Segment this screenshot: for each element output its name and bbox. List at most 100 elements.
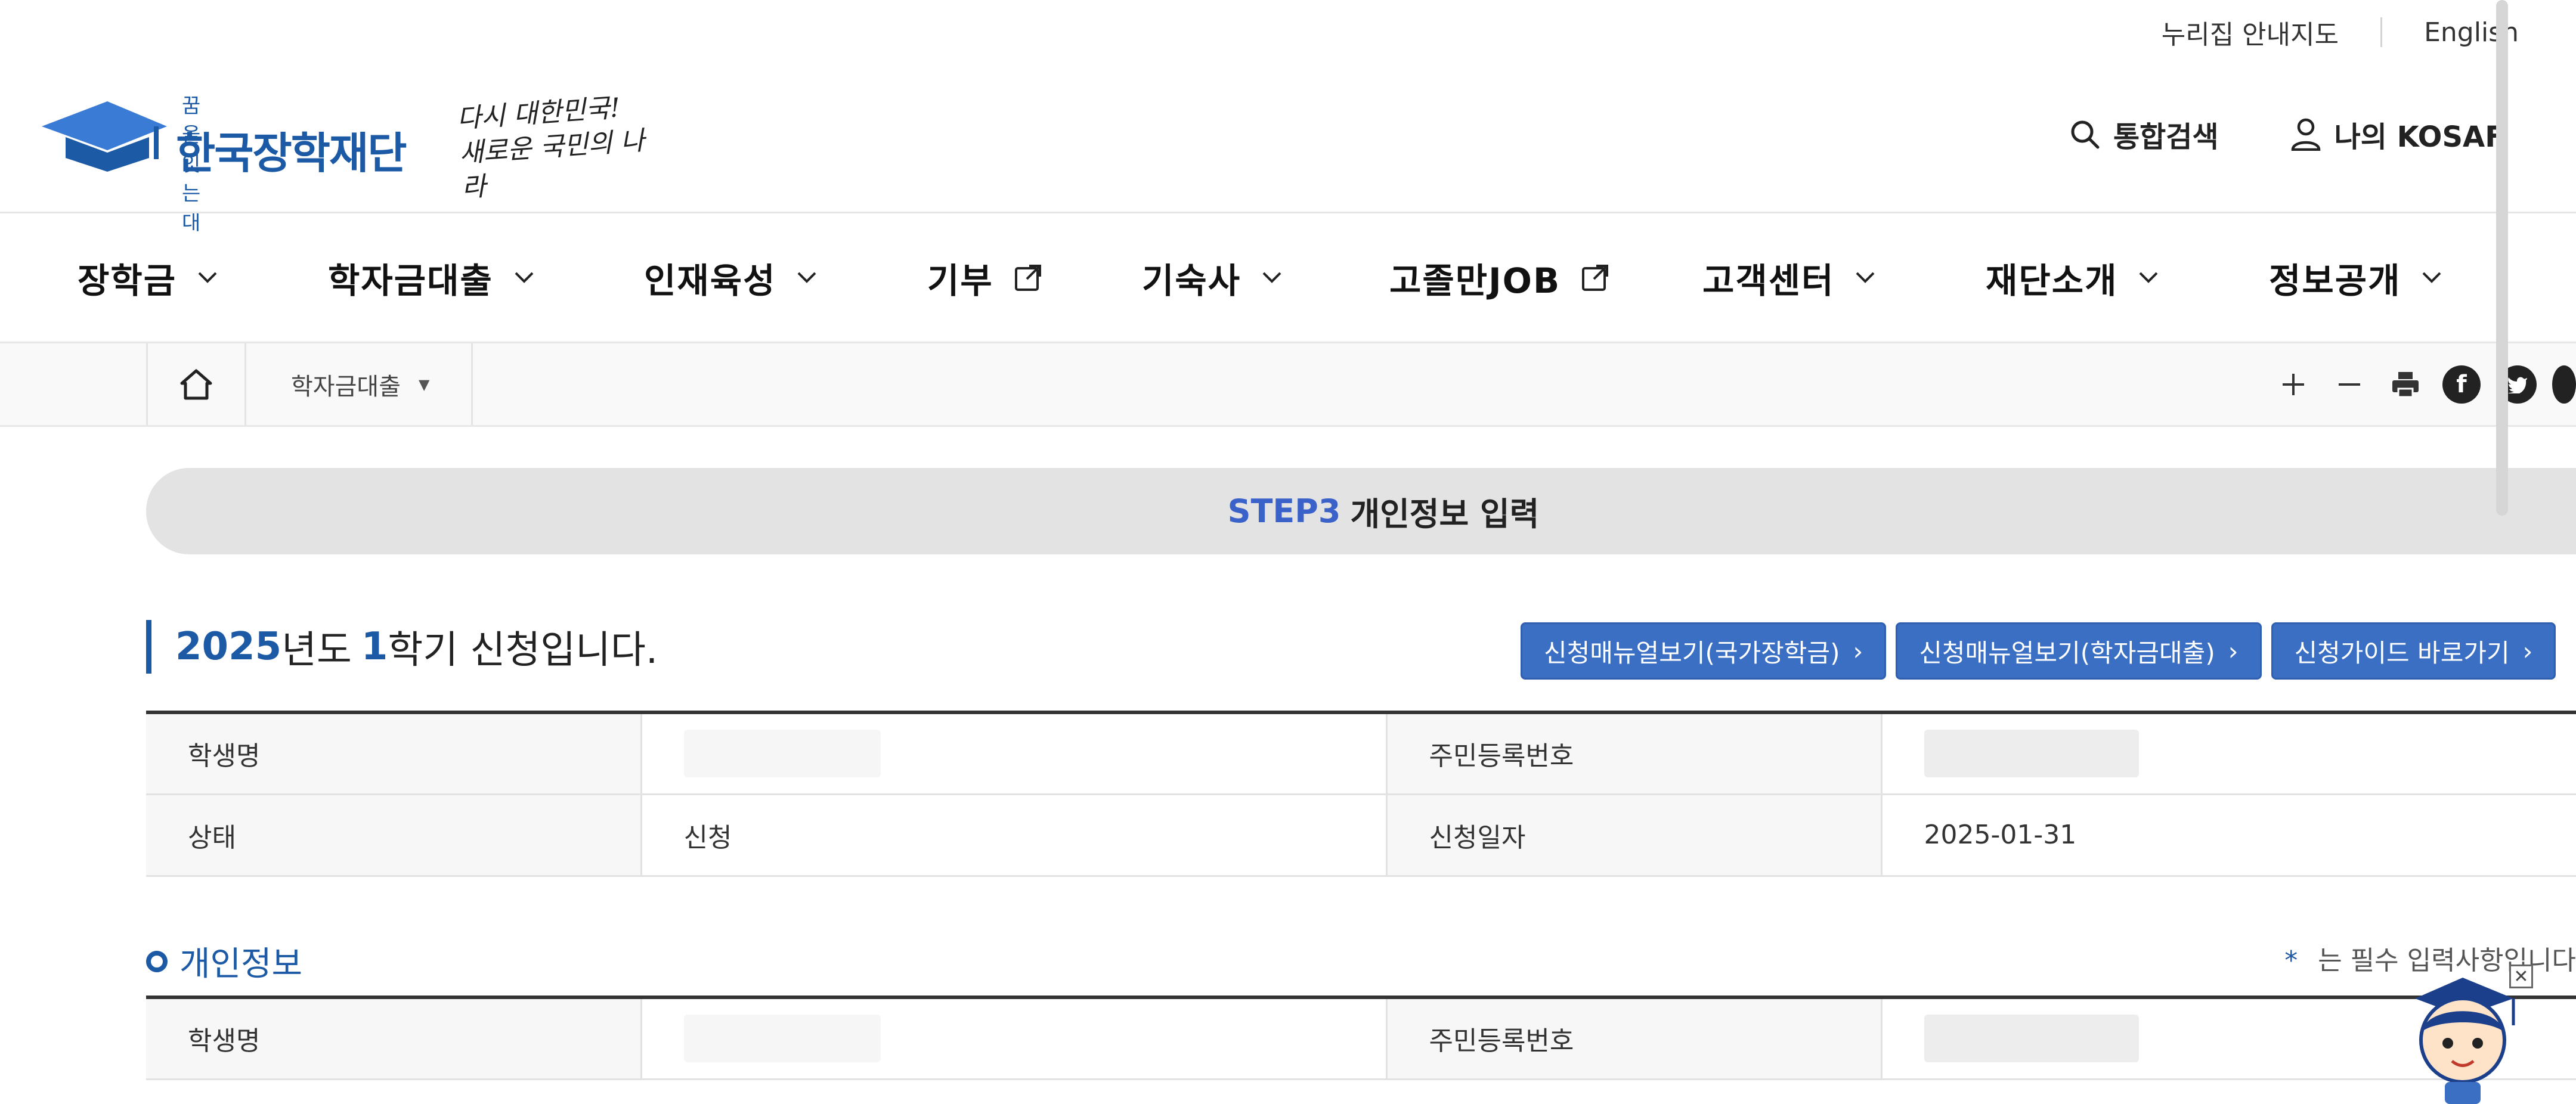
gnb-item-job[interactable]: 고졸만JOB — [1389, 213, 1609, 342]
print-icon — [2392, 371, 2419, 398]
close-icon: ✕ — [2513, 966, 2529, 987]
student-name-label: 학생명 — [146, 711, 641, 795]
chevron-down-icon — [2140, 272, 2158, 283]
student-name-value — [640, 996, 1386, 1080]
masked-value — [683, 730, 881, 778]
page-title: 2025 년도 1 학기 신청입니다. — [146, 620, 658, 674]
masked-value — [683, 1015, 881, 1063]
personal-info-title: 개인정보 — [179, 945, 303, 984]
utility-divider — [2380, 17, 2383, 47]
facebook-icon: f — [2442, 365, 2481, 404]
facebook-share-button[interactable]: f — [2440, 363, 2483, 406]
zoom-out-button[interactable] — [2328, 363, 2371, 406]
gnb-label: 재단소개 — [1986, 260, 2118, 301]
utility-bar: 누리집 안내지도 English — [2162, 13, 2519, 51]
share-more-button[interactable] — [2552, 363, 2576, 406]
table-row: 학생명 주민등록번호 — [146, 996, 2576, 1080]
gnb-label: 장학금 — [78, 260, 177, 301]
rrn-value — [1880, 711, 2576, 795]
guide-buttons: 신청매뉴얼보기(국가장학금) › 신청매뉴얼보기(학자금대출) › 신청가이드 … — [1521, 622, 2565, 680]
vertical-scrollbar[interactable] — [2496, 0, 2508, 516]
zoom-in-button[interactable] — [2272, 363, 2315, 406]
student-name-label: 학생명 — [146, 996, 641, 1080]
button-label: 신청매뉴얼보기(학자금대출) — [1919, 638, 2215, 668]
apply-term: 1 — [361, 625, 388, 669]
gnb-label: 기부 — [927, 260, 993, 301]
page-tools: f — [2259, 343, 2576, 425]
gnb-item-customer-center[interactable]: 고객센터 — [1702, 213, 1876, 342]
site-logo[interactable]: 꿈을 잇는 대 한국장학재단 — [42, 89, 407, 235]
manual-national-scholarship-button[interactable]: 신청매뉴얼보기(국가장학금) › — [1521, 622, 1887, 680]
header-actions: 통합검색 나의 KOSAF — [2069, 113, 2504, 155]
button-label: 신청매뉴얼보기(국가장학금) — [1544, 638, 1840, 668]
external-link-icon — [1014, 264, 1041, 291]
gnb-label: 고객센터 — [1702, 260, 1835, 301]
breadcrumb-home[interactable] — [146, 343, 246, 425]
external-link-icon — [1582, 264, 1609, 291]
manual-student-loan-button[interactable]: 신청매뉴얼보기(학자금대출) › — [1896, 622, 2262, 680]
user-icon — [2291, 118, 2320, 151]
logo-slogan: 다시 대한민국! 새로운 국민의 나라 — [456, 92, 646, 203]
apply-year: 2025 — [175, 625, 282, 669]
application-summary-table: 학생명 주민등록번호 상태 신청 신청일자 2025-01-31 — [146, 711, 2576, 877]
masked-value — [1924, 1015, 2139, 1063]
student-name-value — [640, 711, 1386, 795]
gnb-label: 정보공개 — [2269, 260, 2401, 301]
integrated-search-button[interactable]: 통합검색 — [2069, 113, 2219, 155]
status-value: 신청 — [640, 794, 1386, 877]
plus-icon — [2283, 373, 2304, 395]
chevron-down-icon — [1262, 272, 1281, 283]
gnb-item-about[interactable]: 재단소개 — [1986, 213, 2159, 342]
gnb-item-talent[interactable]: 인재육성 — [644, 213, 818, 342]
apply-term-suffix: 학기 신청입니다. — [388, 628, 658, 672]
chevron-down-icon — [515, 272, 534, 283]
step-label: 개인정보 입력 — [1350, 495, 1540, 533]
step-number: STEP3 — [1227, 492, 1341, 530]
status-label: 상태 — [146, 794, 641, 877]
sitemap-link[interactable]: 누리집 안내지도 — [2162, 13, 2339, 51]
personal-info-table: 학생명 주민등록번호 — [146, 996, 2576, 1080]
print-button[interactable] — [2384, 363, 2427, 406]
breadcrumb-dropdown[interactable]: 학자금대출 ▼ — [246, 343, 473, 425]
application-guide-button[interactable]: 신청가이드 바로가기 › — [2271, 622, 2556, 680]
home-icon — [180, 369, 212, 399]
graduation-cap-icon — [42, 101, 167, 172]
apply-year-suffix: 년도 — [281, 628, 352, 672]
table-row: 학생명 주민등록번호 — [146, 711, 2576, 795]
chevron-down-icon — [198, 272, 217, 283]
caret-down-icon: ▼ — [419, 376, 430, 393]
gnb-label: 학자금대출 — [328, 260, 493, 301]
chevron-right-icon: › — [1853, 636, 1863, 666]
required-marker: * — [2284, 945, 2298, 976]
masked-value — [1924, 730, 2139, 778]
gnb-item-scholarship[interactable]: 장학금 — [78, 213, 218, 342]
button-label: 신청가이드 바로가기 — [2294, 638, 2510, 668]
search-icon — [2071, 120, 2100, 149]
rrn-label: 주민등록번호 — [1385, 711, 1881, 795]
gnb-item-donation[interactable]: 기부 — [927, 213, 1042, 342]
gnb-label: 고졸만JOB — [1389, 260, 1561, 301]
mascot-close-button[interactable]: ✕ — [2509, 965, 2533, 988]
date-value: 2025-01-31 — [1880, 794, 2576, 877]
date-label: 신청일자 — [1385, 794, 1881, 877]
gnb-item-dormitory[interactable]: 기숙사 — [1142, 213, 1283, 342]
mypage-label: 나의 KOSAF — [2334, 120, 2504, 154]
table-row: 상태 신청 신청일자 2025-01-31 — [146, 794, 2576, 877]
gnb-item-student-loan[interactable]: 학자금대출 — [328, 213, 535, 342]
bullet-ring-icon — [146, 950, 168, 972]
my-kosaf-button[interactable]: 나의 KOSAF — [2290, 113, 2504, 155]
minus-icon — [2339, 383, 2360, 386]
chevron-right-icon: › — [2522, 636, 2533, 666]
rrn-label: 주민등록번호 — [1385, 996, 1881, 1080]
share-icon — [2552, 365, 2576, 404]
gnb-item-disclosure[interactable]: 정보공개 — [2269, 213, 2442, 342]
gnb-label: 인재육성 — [644, 260, 776, 301]
logo-name: 한국장학재단 — [176, 128, 407, 178]
gnb-label: 기숙사 — [1142, 260, 1241, 301]
personal-info-heading: 개인정보 — [146, 937, 302, 985]
chevron-right-icon: › — [2228, 636, 2238, 666]
chevron-down-icon — [2423, 272, 2441, 283]
step-indicator: STEP3 개인정보 입력 — [146, 468, 2576, 554]
chatbot-mascot-icon[interactable] — [2403, 972, 2522, 1104]
breadcrumb-bar: 학자금대출 ▼ f — [0, 343, 2576, 427]
